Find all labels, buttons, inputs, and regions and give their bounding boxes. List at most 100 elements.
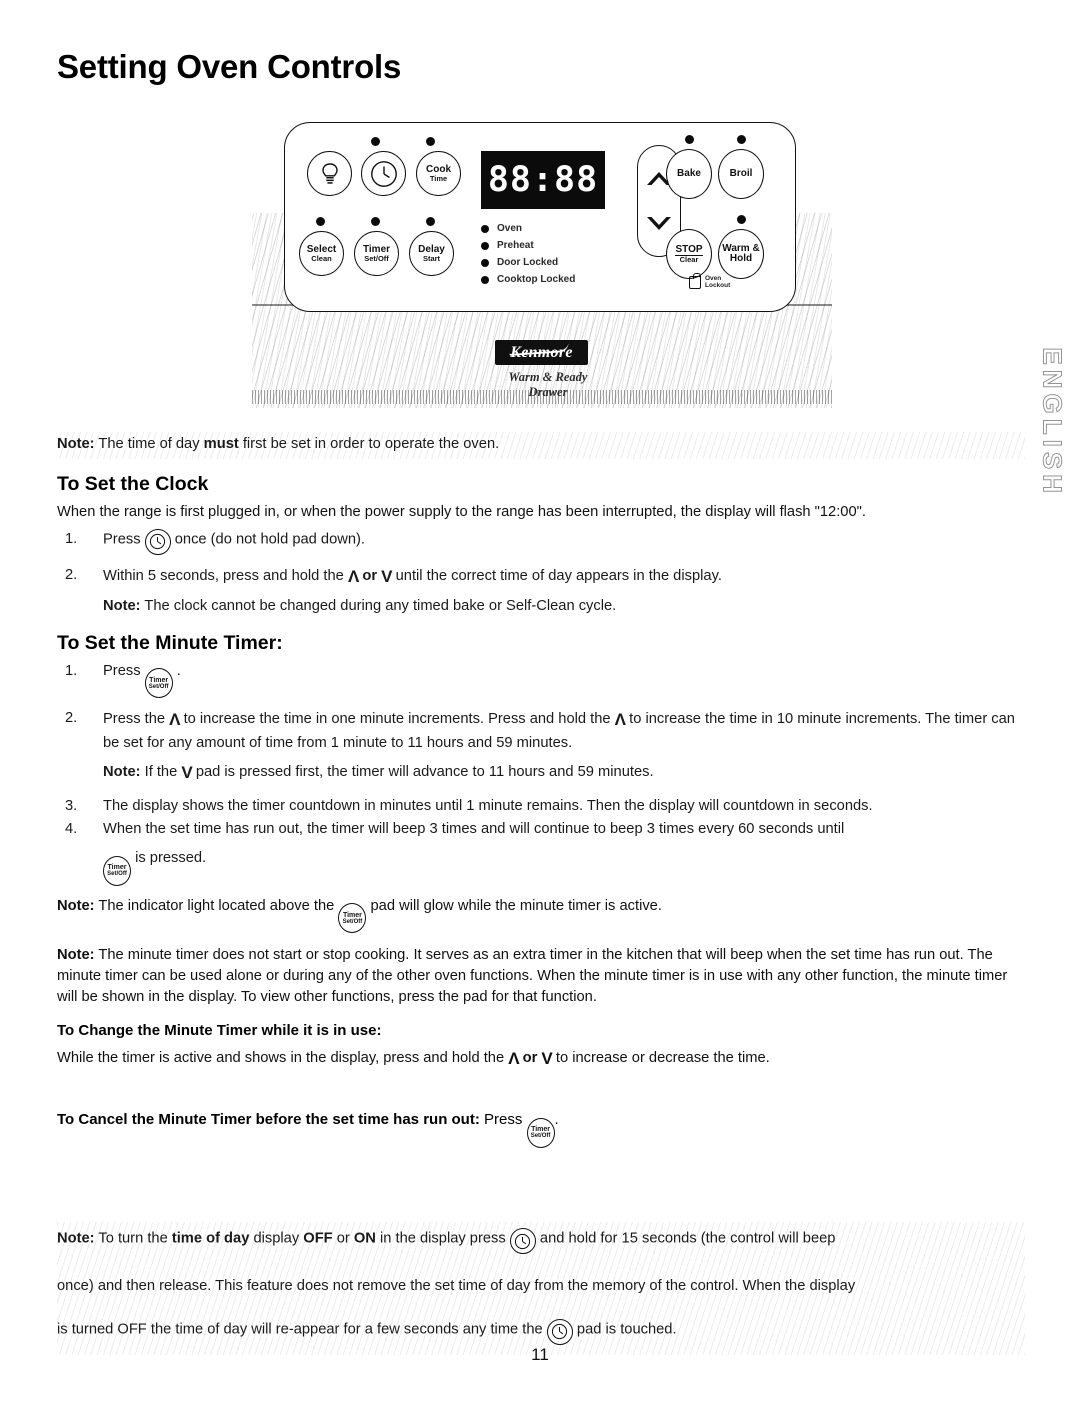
led-warm-hold (737, 215, 746, 224)
oven-light-pad[interactable] (307, 151, 352, 196)
clock-icon (370, 160, 397, 187)
indicator-row: Door Locked (481, 254, 575, 271)
chevron-down-icon (647, 217, 671, 230)
step-text-b: . (176, 662, 181, 679)
select-clean-label-2: Clean (311, 253, 332, 263)
heading-change-minute-timer: To Change the Minute Timer while it is i… (57, 1022, 382, 1040)
timer-glyph-label-2: Set/Off (342, 918, 363, 925)
lockout-label-2: Lockout (705, 282, 731, 290)
brand-name: Kenmore (510, 343, 573, 361)
chevron-up-icon: Λ (347, 566, 359, 586)
indicator-dot-oven (481, 224, 489, 233)
cancel-text-a: Press (484, 1111, 523, 1129)
timer-glyph-label-1: Timer (149, 676, 169, 684)
clock-pad[interactable] (361, 151, 406, 196)
stop-clear-pad[interactable]: STOP Clear (666, 229, 712, 279)
step-text-b: to increase the time in one minute incre… (183, 711, 611, 728)
select-clean-pad[interactable]: Select Clean (299, 231, 344, 276)
bottom-note-line-3: is turned OFF the time of day will re-ap… (57, 1318, 1025, 1345)
step-note-label: Note: (103, 764, 141, 781)
clear-label: Clear (679, 254, 699, 264)
led-timer (371, 217, 380, 226)
broil-pad[interactable]: Broil (718, 149, 764, 199)
timer-glyph-label-1: Timer (107, 864, 127, 872)
indicator-list: Oven Preheat Door Locked Cooktop Locked (481, 220, 575, 288)
timer-pad-glyph: Timer Set/Off (103, 855, 131, 886)
bottom-note-text-d: in the display press (375, 1230, 506, 1247)
bottom-note-bold-3: ON (353, 1230, 376, 1247)
led-broil (737, 135, 746, 144)
change-text-a: While the timer is active and shows in t… (57, 1050, 505, 1067)
chevron-up-icon: Λ (508, 1049, 519, 1069)
step-note-label: Note: (103, 598, 141, 615)
timer-pad-glyph: Timer Set/Off (338, 903, 367, 934)
bottom-note-label: Note: (57, 1230, 95, 1247)
timer-glyph-label-2: Set/Off (107, 871, 127, 878)
change-timer-text: While the timer is active and shows in t… (57, 1047, 1025, 1071)
page-title: Setting Oven Controls (57, 48, 402, 85)
note-minute-timer: Note: The minute timer does not start or… (57, 945, 1025, 1008)
top-note-label: Note: (57, 436, 95, 452)
clock-pad-glyph (546, 1318, 573, 1345)
step-number: 1. (65, 662, 78, 679)
drawer-caption: Warm & Ready Drawer (508, 370, 588, 399)
display-digits: 88:88 (487, 160, 599, 200)
light-bulb-icon (321, 162, 338, 184)
bake-pad[interactable]: Bake (666, 149, 712, 199)
language-side-tab: ENGLISH (1038, 347, 1069, 499)
chevron-down-icon: V (541, 1049, 552, 1069)
timer-set-off-pad[interactable]: Timer Set/Off (354, 231, 399, 276)
timer-glyph-label-1: Timer (531, 1126, 550, 1134)
cancel-text-b: . (554, 1111, 559, 1129)
bottom-note-line-1: Note: To turn the time of day display OF… (57, 1228, 1025, 1254)
bottom-note-block: Note: To turn the time of day display OF… (57, 1222, 1025, 1355)
led-select-clean (316, 217, 325, 226)
bottom-note-text-c: or (332, 1230, 354, 1247)
chevron-down-icon: V (181, 763, 192, 783)
indicator-row: Preheat (481, 237, 575, 254)
step-note: Note: The clock cannot be changed during… (103, 596, 1025, 617)
step-text-a: Press (103, 531, 141, 548)
note-text-b: pad will glow while the minute timer is … (370, 897, 662, 914)
top-note-bold: must (203, 436, 239, 452)
list-item: 1. Press Timer Set/Off . (57, 661, 1025, 699)
indicator-dot-cooktop-locked (481, 275, 489, 284)
timer-glyph-label-2: Set/Off (530, 1133, 551, 1140)
delay-start-pad[interactable]: Delay Start (409, 231, 454, 276)
step-number: 4. (65, 821, 78, 838)
indicator-row: Cooktop Locked (481, 271, 575, 288)
step-note-text-a: If the (140, 764, 178, 781)
note-text: The minute timer does not start or stop … (57, 947, 1008, 1006)
step-text-a: Within 5 seconds, press and hold the (103, 567, 344, 584)
indicator-label-cooktop-locked: Cooktop Locked (497, 274, 576, 285)
step-text-b: until the correct time of day appears in… (395, 567, 722, 584)
led-cook-time (426, 137, 435, 146)
top-note: Note: The time of day must first be set … (57, 432, 1025, 459)
control-panel-illustration: Cook Time Select Clean Timer Set/Off Del… (252, 118, 832, 408)
heading-set-the-minute-timer: To Set the Minute Timer: (57, 631, 283, 654)
bottom-note-line3-b: pad is touched. (576, 1321, 677, 1338)
top-note-text-b: first be set in order to operate the ove… (238, 436, 500, 452)
cook-time-pad[interactable]: Cook Time (416, 151, 461, 196)
indicator-label-preheat: Preheat (497, 240, 534, 251)
clock-intro-text: When the range is first plugged in, or w… (57, 503, 866, 520)
page-number: 11 (531, 1345, 549, 1364)
step-text-b: is pressed. (135, 850, 207, 867)
note-label: Note: (57, 947, 95, 964)
kenmore-logo: Kenmore (495, 340, 588, 365)
timer-glyph-label-1: Timer (342, 911, 362, 919)
warm-hold-pad[interactable]: Warm & Hold (718, 229, 764, 279)
step-note-text: The clock cannot be changed during any t… (140, 598, 617, 615)
indicator-row: Oven (481, 220, 575, 237)
step-text-b: once (do not hold pad down). (174, 531, 365, 548)
clock-icon (150, 534, 166, 550)
indicator-label-door-locked: Door Locked (497, 257, 559, 268)
list-item: 3. The display shows the timer countdown… (57, 796, 1025, 817)
bottom-note-line-2: once) and then release. This feature doe… (57, 1278, 856, 1294)
body-content: Note: The time of day must first be set … (57, 432, 1025, 1156)
step-text-a: When the set time has run out, the timer… (103, 821, 845, 838)
timer-label-2: Set/Off (364, 253, 389, 263)
manual-page: Setting Oven Controls Cook Time Select C… (0, 0, 1080, 1402)
timer-pad-glyph: Timer Set/Off (144, 668, 173, 699)
change-text-b: to increase or decrease the time. (555, 1050, 770, 1067)
